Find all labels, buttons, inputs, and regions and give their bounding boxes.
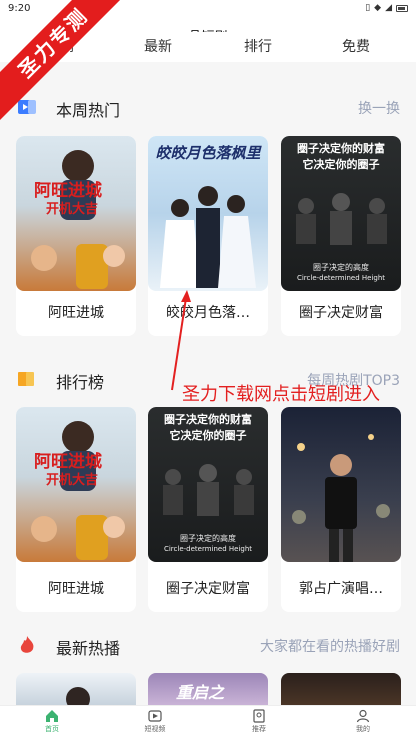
drama-poster: 阿旺进城 开机大吉: [16, 136, 136, 291]
poster-title-text: 重启之: [176, 683, 225, 702]
poster-art: [292, 434, 390, 562]
latest-header: 最新热播 大家都在看的热播好剧: [0, 630, 416, 660]
signal-icon: ◢: [385, 3, 392, 13]
wifi-icon: ◆: [374, 3, 382, 13]
status-time: 9:20: [8, 3, 31, 14]
drama-card[interactable]: 圈子决定你的财富 它决定你的圈子 圈子决定的高度 Circle-determin…: [281, 136, 401, 336]
drama-title: 阿旺进城: [48, 581, 104, 597]
refresh-button[interactable]: 换一换: [358, 98, 400, 118]
tab-profile[interactable]: 我的: [333, 709, 393, 734]
video-icon: [148, 710, 162, 722]
vibrate-icon: ▯: [365, 3, 371, 13]
drama-card[interactable]: 郭占广演唱…: [281, 407, 401, 612]
poster-caption-text: 圈子决定的高度: [180, 534, 236, 543]
drama-title: 圈子决定财富: [166, 581, 250, 597]
latest-title: 最新热播: [56, 639, 121, 658]
poster-title-text: 圈子决定你的财富: [297, 142, 385, 155]
latest-subtitle: 大家都在看的热播好剧: [260, 639, 400, 655]
tab-home[interactable]: 首页: [22, 709, 82, 734]
drama-poster: 圈子决定你的财富 它决定你的圈子 圈子决定的高度 Circle-determin…: [281, 136, 401, 291]
drama-poster: [281, 407, 401, 562]
poster-subtitle-text: 开机大吉: [46, 202, 99, 217]
drama-title: 阿旺进城: [48, 305, 104, 321]
drama-card[interactable]: [16, 673, 136, 705]
annotation-text: 圣力下载网点击短剧进入: [182, 384, 380, 405]
status-icons: ▯ ◆ ◢: [365, 3, 408, 13]
drama-card[interactable]: 阿旺进城 开机大吉 阿旺进城: [16, 407, 136, 612]
drama-title: 圈子决定财富: [299, 305, 383, 321]
poster-subtitle-text: 它决定你的圈子: [169, 429, 247, 442]
category-tab[interactable]: 排行: [244, 36, 272, 56]
tab-short-video[interactable]: 短视频: [125, 709, 185, 734]
category-tab[interactable]: 免费: [342, 36, 370, 56]
tab-label: 首页: [45, 725, 59, 733]
fire-section-icon: [20, 636, 34, 653]
drama-card[interactable]: 皎皎月色落枫里 皎皎月色落…: [148, 136, 268, 336]
video-section-icon: [18, 100, 36, 114]
book-section-icon: [18, 372, 34, 386]
weekly-hot-header: 本周热门 换一换: [0, 92, 416, 122]
home-icon: [46, 710, 58, 722]
drama-card[interactable]: 阿旺进城 开机大吉 阿旺进城: [16, 136, 136, 336]
tab-label: 推荐: [252, 725, 266, 733]
poster-title-text: 圈子决定你的财富: [164, 413, 252, 426]
poster-caption-text: 圈子决定的高度: [313, 263, 369, 272]
tab-recommend[interactable]: 推荐: [229, 709, 289, 734]
poster-caption-en: Circle-determined Height: [296, 274, 386, 282]
tab-label: 短视频: [144, 725, 166, 733]
drama-poster: 阿旺进城 开机大吉: [16, 407, 136, 562]
drama-card[interactable]: [281, 673, 401, 705]
battery-icon: [396, 4, 408, 12]
weekly-hot-title: 本周热门: [56, 101, 121, 120]
recommend-icon: [253, 709, 265, 723]
ranking-title: 排行榜: [56, 373, 105, 392]
poster-subtitle-text: 开机大吉: [46, 473, 99, 488]
drama-title: 皎皎月色落…: [166, 305, 250, 321]
poster-caption-en: Circle-determined Height: [163, 545, 253, 553]
drama-title: 郭占广演唱…: [299, 581, 383, 597]
bottom-tab-bar: 首页 短视频 推荐 我的: [0, 705, 416, 741]
profile-icon: [356, 709, 370, 723]
poster-subtitle-text: 它决定你的圈子: [302, 158, 380, 171]
tab-label: 我的: [356, 725, 370, 733]
category-tab[interactable]: 最新: [144, 36, 172, 56]
drama-card[interactable]: 重启之: [148, 673, 268, 705]
drama-card[interactable]: 圈子决定你的财富 它决定你的圈子 圈子决定的高度 Circle-determin…: [148, 407, 268, 612]
poster-art: [66, 687, 90, 705]
drama-poster: 皎皎月色落枫里: [148, 136, 268, 291]
poster-title-text: 皎皎月色落枫里: [155, 144, 261, 162]
drama-poster: 圈子决定你的财富 它决定你的圈子 圈子决定的高度 Circle-determin…: [148, 407, 268, 562]
